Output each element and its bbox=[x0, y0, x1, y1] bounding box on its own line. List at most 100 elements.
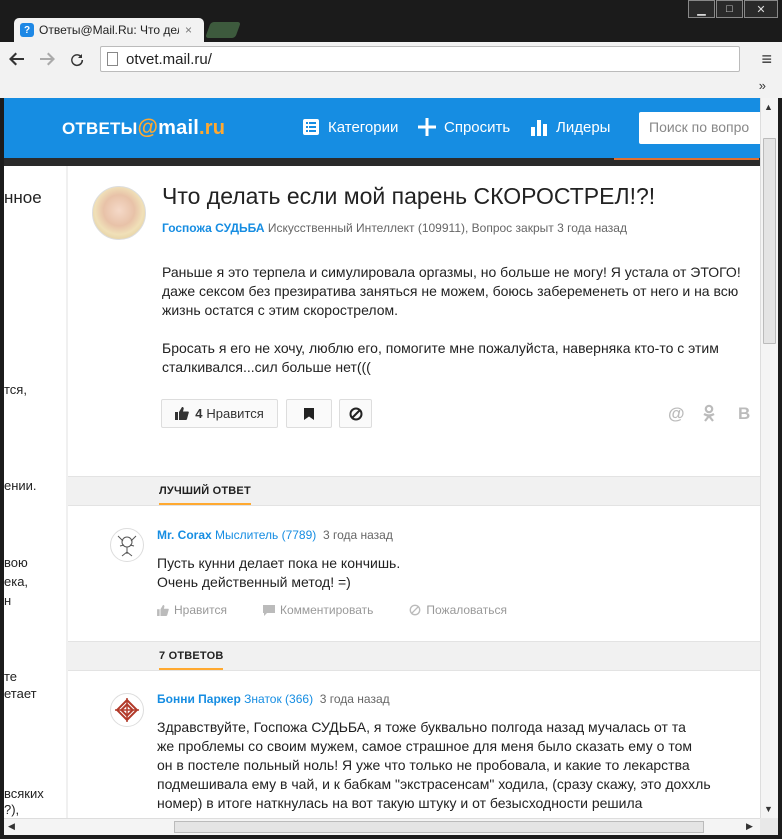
question-paragraph: Раньше я это терпела и симулировала орга… bbox=[162, 263, 760, 320]
back-arrow-icon bbox=[9, 52, 24, 66]
forward-button[interactable] bbox=[34, 46, 60, 72]
question-body: Раньше я это терпела и симулировала орга… bbox=[162, 263, 760, 396]
maximize-button[interactable]: □ bbox=[716, 0, 743, 18]
sketch-avatar-icon bbox=[117, 535, 137, 557]
page-icon bbox=[107, 52, 118, 66]
best-answer-like-action[interactable]: Нравится bbox=[157, 603, 245, 617]
answer-body: Здравствуйте, Госпожа СУДЬБА, я тоже бук… bbox=[157, 718, 711, 813]
scrollbar-corner bbox=[760, 818, 778, 835]
answer-line: он в постеле польный ноль! Я уже что тол… bbox=[157, 757, 690, 773]
bar-chart-icon bbox=[530, 118, 548, 136]
logo-mail: mail bbox=[158, 117, 199, 139]
page-viewport: ОТВЕТЫ@mail.ru Категории Спросить Лидеры… bbox=[4, 98, 760, 818]
ad-banner-strip bbox=[4, 158, 760, 166]
like-action-label: Нравится bbox=[174, 603, 227, 617]
scroll-right-icon[interactable]: ▶ bbox=[746, 821, 753, 832]
reload-icon bbox=[71, 54, 84, 67]
scroll-up-icon[interactable]: ▲ bbox=[764, 102, 773, 112]
question-card: Что делать если мой парень СКОРОСТРЕЛ!?!… bbox=[68, 166, 760, 818]
browser-toolbar: otvet.mail.ru/ ≡ bbox=[0, 42, 782, 76]
logo-prefix: ОТВЕТЫ bbox=[62, 119, 138, 138]
comment-action-label: Комментировать bbox=[279, 603, 374, 617]
answers-header: 7 ОТВЕТОВ bbox=[68, 641, 760, 671]
answer-line: Здравствуйте, Госпожа СУДЬБА, я тоже бук… bbox=[157, 719, 686, 735]
address-bar[interactable]: otvet.mail.ru/ bbox=[100, 46, 740, 72]
question-line: Бросать я его не хочу, люблю его, помоги… bbox=[162, 340, 719, 356]
vertical-scrollbar[interactable]: ▲ ▼ bbox=[760, 98, 778, 818]
author-avatar[interactable] bbox=[92, 186, 146, 240]
best-answer-comment-action[interactable]: Комментировать bbox=[262, 603, 391, 617]
nav-ask-label: Спросить bbox=[444, 118, 511, 136]
best-answer-rank: Мыслитель (7789) bbox=[215, 528, 317, 542]
tab-close-icon[interactable]: × bbox=[185, 23, 192, 37]
answers-count-label: 7 ОТВЕТОВ bbox=[159, 650, 224, 670]
horizontal-scrollbar[interactable]: ◀ ▶ bbox=[4, 818, 760, 835]
question-meta: Госпожа СУДЬБА Искусственный Интеллект (… bbox=[162, 221, 627, 235]
vertical-scroll-thumb[interactable] bbox=[763, 138, 776, 344]
share-vk-icon[interactable]: B bbox=[738, 404, 750, 424]
minimize-button[interactable]: ▁ bbox=[688, 0, 715, 18]
site-logo[interactable]: ОТВЕТЫ@mail.ru bbox=[62, 116, 225, 140]
favicon-icon: ? bbox=[20, 23, 34, 37]
question-author-link[interactable]: Госпожа СУДЬБА bbox=[162, 221, 265, 235]
url-text: otvet.mail.ru/ bbox=[126, 50, 212, 68]
left-fragment: те bbox=[4, 669, 18, 684]
question-line: Раньше я это терпела и симулировала орга… bbox=[162, 264, 741, 280]
answer-line: же проблемы со своим мужем, самое страшн… bbox=[157, 738, 692, 754]
thumbs-up-icon bbox=[157, 604, 169, 616]
ornament-avatar-icon bbox=[115, 698, 139, 722]
like-count: 4 bbox=[195, 406, 203, 421]
left-fragment: нное bbox=[4, 188, 42, 207]
nav-categories[interactable]: Категории bbox=[302, 118, 398, 136]
left-fragment: всяких bbox=[4, 786, 44, 801]
back-button[interactable] bbox=[4, 46, 30, 72]
forward-arrow-icon bbox=[40, 52, 55, 66]
browser-menu-icon[interactable]: ≡ bbox=[761, 49, 772, 70]
nav-leaders-label: Лидеры bbox=[556, 118, 611, 136]
banner-accent-line bbox=[614, 158, 759, 160]
best-answer-avatar[interactable] bbox=[110, 528, 144, 562]
bookmark-button[interactable] bbox=[286, 399, 332, 428]
left-fragment: ении. bbox=[4, 478, 37, 493]
comment-icon bbox=[262, 604, 275, 616]
reload-button[interactable] bbox=[64, 46, 90, 72]
answer-time: 3 года назад bbox=[319, 692, 390, 706]
share-ok-icon[interactable] bbox=[702, 404, 716, 427]
plus-icon bbox=[418, 118, 436, 136]
best-answer-label: ЛУЧШИЙ ОТВЕТ bbox=[159, 485, 251, 505]
answer-line: номер) в итоге наткнулась на вот такую ш… bbox=[157, 795, 643, 811]
horizontal-scroll-thumb[interactable] bbox=[174, 821, 704, 833]
best-answer-meta: Mr. Corax Мыслитель (7789) 3 года назад bbox=[157, 528, 393, 542]
nav-ask[interactable]: Спросить bbox=[418, 118, 510, 136]
report-action-label: Пожаловаться bbox=[426, 603, 507, 617]
block-icon bbox=[349, 407, 362, 420]
answer-avatar[interactable] bbox=[110, 693, 144, 727]
share-mail-icon[interactable]: @ bbox=[668, 404, 685, 424]
best-answer-header: ЛУЧШИЙ ОТВЕТ bbox=[68, 476, 760, 506]
question-meta-text: Искусственный Интеллект (109911), Вопрос… bbox=[267, 221, 627, 235]
close-window-button[interactable]: ✕ bbox=[744, 0, 778, 18]
scroll-left-icon[interactable]: ◀ bbox=[8, 821, 15, 832]
nav-leaders[interactable]: Лидеры bbox=[530, 118, 610, 136]
bookmark-icon bbox=[304, 407, 314, 420]
best-answer-author-link[interactable]: Mr. Corax bbox=[157, 528, 212, 542]
bookmarks-chevron-icon[interactable]: » bbox=[759, 78, 766, 93]
answer-rank: Знаток (366) bbox=[244, 692, 314, 706]
best-answer-line: Очень действенный метод! =) bbox=[157, 574, 351, 590]
site-search-input[interactable]: Поиск по вопро bbox=[639, 112, 760, 144]
site-header: ОТВЕТЫ@mail.ru Категории Спросить Лидеры… bbox=[4, 98, 760, 158]
report-button[interactable] bbox=[339, 399, 372, 428]
best-answer-actions: Нравится Комментировать Пожаловаться bbox=[157, 603, 543, 617]
left-fragment: ека, bbox=[4, 574, 29, 589]
scroll-down-icon[interactable]: ▼ bbox=[764, 804, 773, 814]
like-button[interactable]: 4 Нравится bbox=[161, 399, 278, 428]
browser-tab[interactable]: ? Ответы@Mail.Ru: Что дела × bbox=[14, 18, 204, 42]
window-controls: ▁ □ ✕ bbox=[687, 0, 778, 18]
new-tab-button[interactable] bbox=[205, 22, 241, 38]
left-fragment: етает bbox=[4, 686, 37, 701]
question-line: сталкивался...сил больше нет((( bbox=[162, 359, 371, 375]
best-answer-report-action[interactable]: Пожаловаться bbox=[409, 603, 525, 617]
answer-meta: Бонни Паркер Знаток (366) 3 года назад bbox=[157, 692, 390, 706]
answer-author-link[interactable]: Бонни Паркер bbox=[157, 692, 241, 706]
block-icon bbox=[409, 604, 421, 616]
